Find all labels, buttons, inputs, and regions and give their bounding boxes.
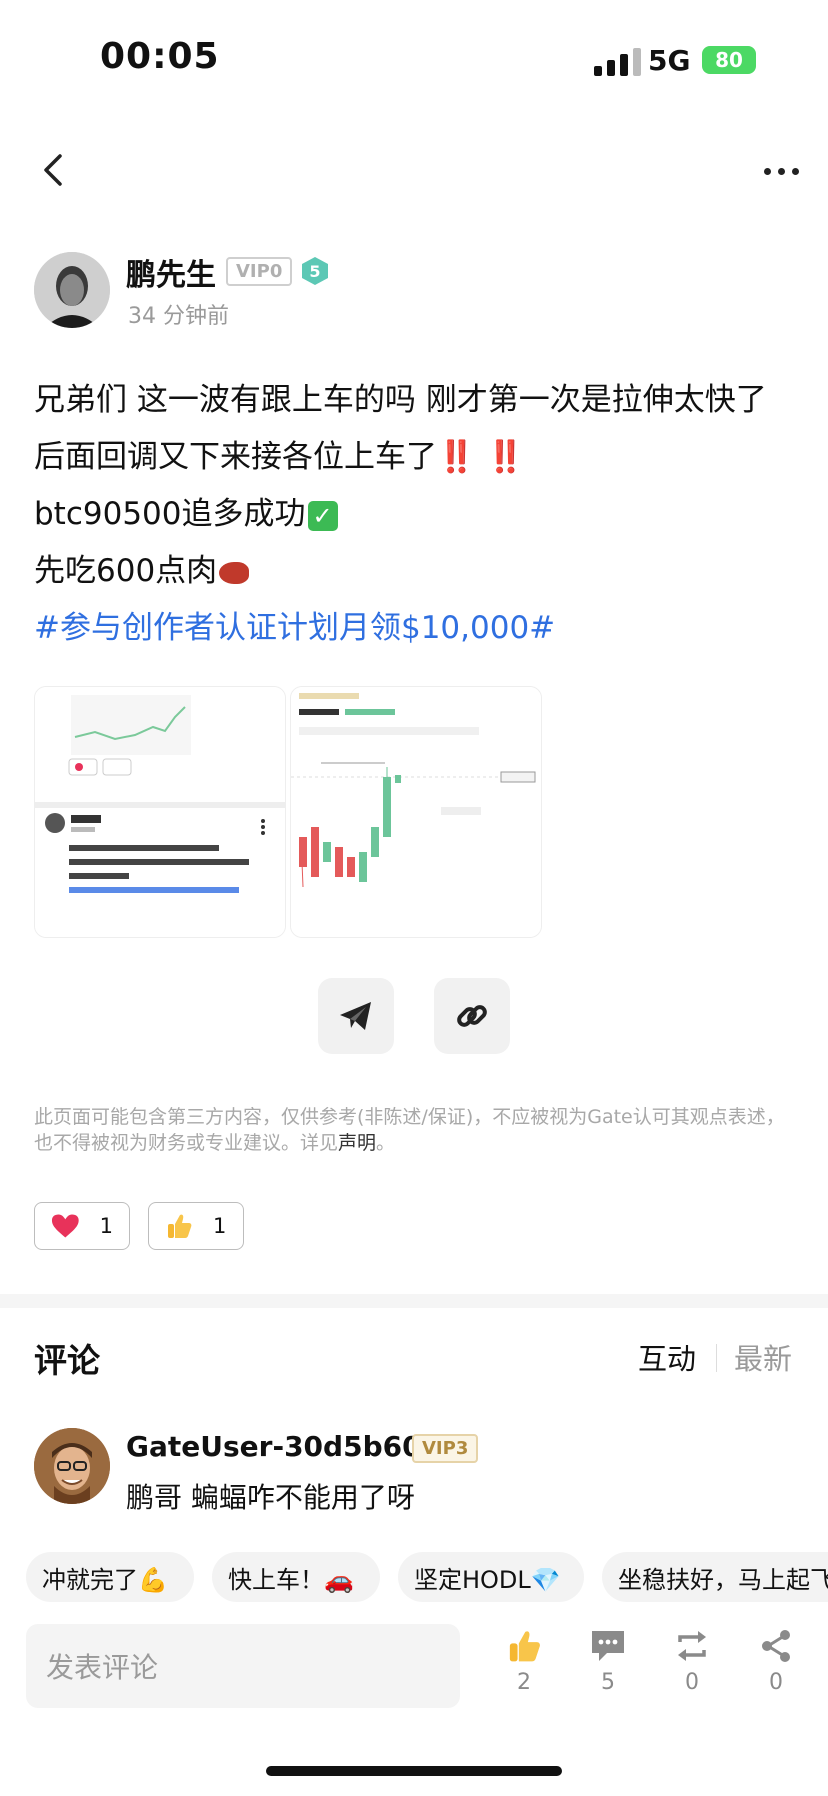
level-badge-icon: 5 xyxy=(300,256,330,286)
commenter-name[interactable]: GateUser-30d5b60f xyxy=(126,1430,434,1463)
repost-button[interactable]: 0 xyxy=(662,1628,722,1695)
reaction-heart-count: 1 xyxy=(99,1214,113,1238)
battery-level: 80 xyxy=(715,48,743,72)
comment-count: 5 xyxy=(601,1670,615,1695)
post-image-2[interactable] xyxy=(290,686,542,938)
share-button[interactable]: 0 xyxy=(746,1628,806,1695)
like-count: 2 xyxy=(517,1670,531,1695)
battery-icon: 80 xyxy=(702,46,756,74)
vip-badge: VIP3 xyxy=(412,1434,479,1463)
double-exclamation-icon: ‼️ ‼️ xyxy=(437,439,525,475)
like-button[interactable]: 2 xyxy=(494,1628,554,1695)
person-portrait-icon xyxy=(34,252,110,328)
disclaimer-end: 。 xyxy=(376,1132,396,1154)
disclaimer: 此页面可能包含第三方内容，仅供参考(非陈述/保证)，不应被视为Gate认可其观点… xyxy=(34,1104,794,1156)
meat-icon xyxy=(219,561,250,584)
post-line-3: 先吃600点肉 xyxy=(34,543,794,600)
author-name[interactable]: 鹏先生 xyxy=(126,250,216,294)
reaction-heart-button[interactable]: 1 xyxy=(34,1202,130,1250)
send-to-telegram-button[interactable] xyxy=(318,978,394,1054)
reaction-thumbs-count: 1 xyxy=(213,1214,227,1238)
post-text-2: btc90500追多成功 xyxy=(34,496,306,532)
level-number: 5 xyxy=(309,262,320,281)
dot-icon xyxy=(764,168,771,175)
copy-link-button[interactable] xyxy=(434,978,510,1054)
dot-icon xyxy=(778,168,785,175)
chevron-left-icon xyxy=(44,154,62,186)
repost-icon xyxy=(678,1631,706,1661)
quick-reply-chip[interactable]: 快上车！🚗 xyxy=(212,1552,380,1602)
post-image-1[interactable] xyxy=(34,686,286,938)
section-divider xyxy=(0,1294,828,1308)
author-avatar[interactable] xyxy=(34,252,110,328)
commenter-avatar[interactable] xyxy=(34,1428,110,1504)
comment-text: 鹏哥 蝙蝠咋不能用了呀 xyxy=(126,1481,415,1514)
post-line-1: 兄弟们 这一波有跟上车的吗 刚才第一次是拉伸太快了 后面回调又下来接各位上车了‼… xyxy=(34,372,794,486)
link-icon xyxy=(457,1005,487,1027)
post-text-1: 兄弟们 这一波有跟上车的吗 刚才第一次是拉伸太快了 后面回调又下来接各位上车了 xyxy=(34,382,767,475)
share-count: 0 xyxy=(769,1670,783,1695)
thumbnail-preview-icon xyxy=(35,687,285,937)
disclaimer-text: 此页面可能包含第三方内容，仅供参考(非陈述/保证)，不应被视为Gate认可其观点… xyxy=(34,1106,785,1154)
quick-reply-chip[interactable]: 坐稳扶好，马上起飞 xyxy=(602,1552,828,1602)
comments-title: 评论 xyxy=(34,1341,100,1380)
tab-interaction[interactable]: 互动 xyxy=(638,1336,696,1378)
tab-latest[interactable]: 最新 xyxy=(734,1336,792,1378)
check-mark-icon: ✓ xyxy=(307,500,338,531)
thumbs-up-icon xyxy=(509,1631,540,1662)
cellular-signal-icon xyxy=(594,48,641,76)
post-time: 34 分钟前 xyxy=(128,304,229,329)
share-icon xyxy=(762,1630,790,1662)
comments-button[interactable]: 5 xyxy=(578,1628,638,1695)
thumbs-up-icon xyxy=(168,1214,192,1238)
paper-plane-icon xyxy=(340,1002,371,1030)
more-options-button[interactable] xyxy=(764,168,799,175)
vip-badge: VIP0 xyxy=(226,257,293,286)
repost-count: 0 xyxy=(685,1670,699,1695)
dot-icon xyxy=(792,168,799,175)
back-button[interactable] xyxy=(38,152,68,188)
tab-separator xyxy=(716,1344,717,1372)
comment-bubble-icon xyxy=(592,1631,624,1661)
heart-icon xyxy=(51,1214,79,1238)
status-time: 00:05 xyxy=(100,36,220,77)
quick-reply-chip[interactable]: 冲就完了💪 xyxy=(26,1552,194,1602)
reaction-thumbs-button[interactable]: 1 xyxy=(148,1202,244,1250)
post-content: 兄弟们 这一波有跟上车的吗 刚才第一次是拉伸太快了 后面回调又下来接各位上车了‼… xyxy=(34,372,794,657)
post-line-2: btc90500追多成功 ✓ xyxy=(34,486,794,543)
post-hashtag[interactable]: #参与创作者认证计划月领$10,000# xyxy=(34,600,794,657)
quick-reply-chip[interactable]: 坚定HODL💎 xyxy=(398,1552,584,1602)
home-indicator[interactable] xyxy=(266,1766,562,1776)
comment-input[interactable]: 发表评论 xyxy=(26,1624,460,1708)
post-text-3: 先吃600点肉 xyxy=(34,553,218,589)
network-type: 5G xyxy=(648,44,691,77)
person-portrait-icon xyxy=(34,1428,110,1504)
disclaimer-link[interactable]: 声明 xyxy=(338,1132,376,1154)
candlestick-chart-icon xyxy=(291,687,541,937)
